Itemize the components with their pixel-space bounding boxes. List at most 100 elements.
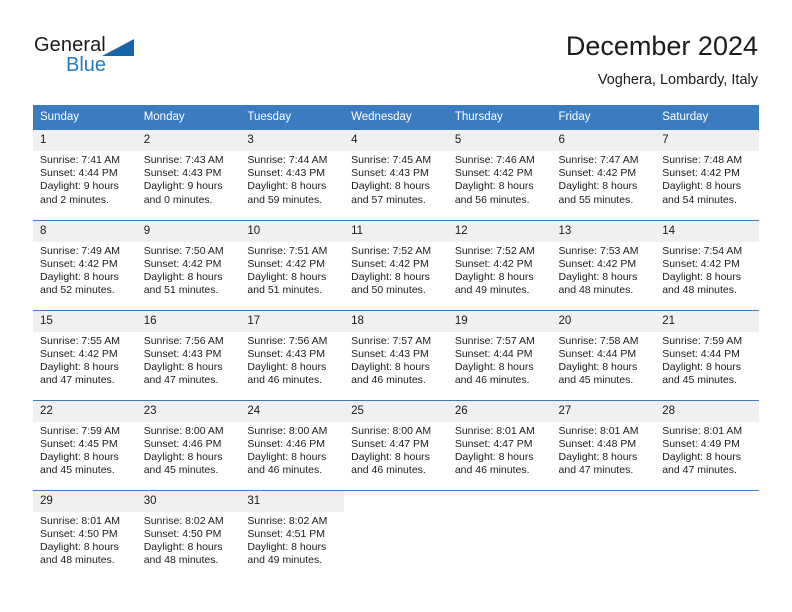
calendar-day-cell[interactable]: 26 Sunrise: 8:01 AM Sunset: 4:47 PM Dayligh…: [447, 399, 552, 490]
day-number: 21: [655, 310, 759, 332]
calendar-day-cell[interactable]: 8 Sunrise: 7:49 AM Sunset: 4:42 PM Daylight…: [33, 219, 137, 310]
day-details: Sunrise: 8:00 AM Sunset: 4:46 PM Daylight:…: [137, 422, 241, 478]
calendar-day-cell[interactable]: 14 Sunrise: 7:54 AM Sunset: 4:42 PM Dayligh…: [655, 219, 759, 310]
sunset-text: Sunset: 4:43 PM: [247, 347, 326, 360]
daylight-text-line2: and 45 minutes.: [143, 464, 219, 477]
calendar-day-cell[interactable]: 7 Sunrise: 7:48 AM Sunset: 4:42 PM Daylight…: [655, 130, 759, 220]
daylight-text-line1: Daylight: 8 hours: [662, 360, 742, 373]
sunset-text: Sunset: 4:44 PM: [40, 167, 118, 180]
calendar-day-cell[interactable]: 5 Sunrise: 7:46 AM Sunset: 4:42 PM Daylight…: [447, 130, 552, 220]
daylight-text-line1: Daylight: 8 hours: [351, 360, 430, 373]
calendar-week-row: 1 Sunrise: 7:41 AM Sunset: 4:44 PM Daylight…: [33, 130, 759, 220]
day-details: Sunrise: 7:49 AM Sunset: 4:42 PM Daylight:…: [33, 242, 137, 298]
daylight-text-line2: and 47 minutes.: [143, 374, 219, 387]
calendar-day-cell[interactable]: 21 Sunrise: 7:59 AM Sunset: 4:44 PM Dayligh…: [655, 309, 759, 400]
page-header: General Blue December 2024 Voghera, Lomb…: [0, 0, 792, 98]
daylight-text-line1: Daylight: 8 hours: [454, 180, 534, 193]
calendar-day-cell[interactable]: 25 Sunrise: 8:00 AM Sunset: 4:47 PM Dayligh…: [344, 399, 448, 490]
calendar-day-cell[interactable]: 19 Sunrise: 7:57 AM Sunset: 4:44 PM Dayligh…: [447, 309, 552, 400]
calendar-day-cell[interactable]: 31 Sunrise: 8:02 AM Sunset: 4:51 PM Dayligh…: [240, 489, 345, 580]
calendar-day-cell[interactable]: 20 Sunrise: 7:58 AM Sunset: 4:44 PM Dayligh…: [551, 309, 656, 400]
sunrise-text: Sunrise: 8:01 AM: [454, 424, 535, 437]
daylight-text-line1: Daylight: 8 hours: [454, 450, 534, 463]
calendar-day-cell[interactable]: 3 Sunrise: 7:44 AM Sunset: 4:43 PM Daylight…: [240, 130, 345, 220]
daylight-text-line2: and 52 minutes.: [40, 284, 115, 297]
day-number: [448, 491, 552, 512]
sunset-text: Sunset: 4:50 PM: [143, 527, 222, 540]
sunset-text: Sunset: 4:42 PM: [662, 167, 740, 180]
calendar-day-cell[interactable]: 1 Sunrise: 7:41 AM Sunset: 4:44 PM Daylight…: [33, 130, 137, 220]
calendar-cell-empty: [447, 489, 552, 580]
day-details: Sunrise: 7:45 AM Sunset: 4:43 PM Daylight:…: [344, 151, 448, 207]
calendar-cell-empty: [551, 489, 656, 580]
sunset-text: Sunset: 4:47 PM: [454, 437, 533, 450]
calendar-day-cell[interactable]: 10 Sunrise: 7:51 AM Sunset: 4:42 PM Dayligh…: [240, 219, 345, 310]
daylight-text-line1: Daylight: 8 hours: [351, 270, 430, 283]
calendar-day-cell[interactable]: 23 Sunrise: 8:00 AM Sunset: 4:46 PM Dayligh…: [136, 399, 241, 490]
sunrise-text: Sunrise: 7:59 AM: [662, 334, 743, 347]
sunset-text: Sunset: 4:42 PM: [558, 167, 637, 180]
day-number: 25: [344, 400, 448, 422]
day-number: 20: [551, 310, 656, 332]
daylight-text-line2: and 47 minutes.: [40, 374, 115, 387]
daylight-text-line2: and 0 minutes.: [143, 193, 213, 206]
calendar-day-cell[interactable]: 15 Sunrise: 7:55 AM Sunset: 4:42 PM Dayligh…: [33, 309, 137, 400]
day-number: [344, 491, 448, 512]
sunset-text: Sunset: 4:42 PM: [454, 257, 533, 270]
daylight-text-line2: and 48 minutes.: [143, 554, 219, 567]
calendar-week-row: 15 Sunrise: 7:55 AM Sunset: 4:42 PM Dayligh…: [33, 309, 759, 400]
daylight-text-line2: and 45 minutes.: [662, 374, 737, 387]
daylight-text-line2: and 46 minutes.: [351, 464, 426, 477]
day-details: Sunrise: 7:41 AM Sunset: 4:44 PM Daylight:…: [33, 151, 137, 207]
daylight-text-line2: and 48 minutes.: [558, 284, 634, 297]
calendar-day-cell[interactable]: 17 Sunrise: 7:56 AM Sunset: 4:43 PM Dayligh…: [240, 309, 345, 400]
sunrise-text: Sunrise: 7:57 AM: [454, 334, 535, 347]
day-details: Sunrise: 7:53 AM Sunset: 4:42 PM Daylight:…: [552, 242, 656, 298]
sunrise-text: Sunrise: 7:55 AM: [40, 334, 120, 347]
calendar-day-cell[interactable]: 24 Sunrise: 8:00 AM Sunset: 4:46 PM Dayligh…: [240, 399, 345, 490]
day-number: 30: [136, 490, 241, 512]
sunset-text: Sunset: 4:42 PM: [558, 257, 637, 270]
day-number: 18: [344, 310, 448, 332]
day-number: 6: [551, 130, 656, 151]
day-details: Sunrise: 8:02 AM Sunset: 4:50 PM Daylight:…: [137, 512, 241, 568]
calendar-day-cell[interactable]: 29 Sunrise: 8:01 AM Sunset: 4:50 PM Dayligh…: [33, 489, 137, 580]
daylight-text-line2: and 46 minutes.: [454, 374, 530, 387]
sunrise-text: Sunrise: 7:52 AM: [454, 244, 535, 257]
weekday-header-monday: Monday: [136, 105, 241, 130]
calendar-day-cell[interactable]: 12 Sunrise: 7:52 AM Sunset: 4:42 PM Dayligh…: [447, 219, 552, 310]
day-details: Sunrise: 8:01 AM Sunset: 4:49 PM Daylight:…: [655, 422, 759, 478]
daylight-text-line1: Daylight: 8 hours: [247, 360, 327, 373]
calendar-day-cell[interactable]: 18 Sunrise: 7:57 AM Sunset: 4:43 PM Dayligh…: [344, 309, 448, 400]
day-number: 2: [136, 130, 241, 151]
calendar-day-cell[interactable]: 22 Sunrise: 7:59 AM Sunset: 4:45 PM Dayligh…: [33, 399, 137, 490]
daylight-text-line1: Daylight: 8 hours: [40, 450, 119, 463]
calendar-day-cell[interactable]: 6 Sunrise: 7:47 AM Sunset: 4:42 PM Daylight…: [551, 130, 656, 220]
calendar-day-cell[interactable]: 11 Sunrise: 7:52 AM Sunset: 4:42 PM Dayligh…: [344, 219, 448, 310]
daylight-text-line2: and 59 minutes.: [247, 193, 323, 206]
calendar-header-row: Sunday Monday Tuesday Wednesday Thursday…: [33, 105, 759, 130]
calendar-week-row: 8 Sunrise: 7:49 AM Sunset: 4:42 PM Daylight…: [33, 219, 759, 310]
calendar-day-cell[interactable]: 27 Sunrise: 8:01 AM Sunset: 4:48 PM Dayligh…: [551, 399, 656, 490]
sunset-text: Sunset: 4:43 PM: [247, 167, 326, 180]
day-number: 13: [551, 220, 656, 242]
daylight-text-line2: and 2 minutes.: [40, 193, 109, 206]
calendar-day-cell[interactable]: 30 Sunrise: 8:02 AM Sunset: 4:50 PM Dayligh…: [136, 489, 241, 580]
day-details: Sunrise: 7:57 AM Sunset: 4:43 PM Daylight:…: [344, 332, 448, 388]
generalblue-logo[interactable]: General Blue: [34, 34, 234, 86]
page-subtitle: Voghera, Lombardy, Italy: [597, 72, 758, 88]
daylight-text-line2: and 57 minutes.: [351, 193, 426, 206]
sunset-text: Sunset: 4:44 PM: [454, 347, 533, 360]
calendar-day-cell[interactable]: 9 Sunrise: 7:50 AM Sunset: 4:42 PM Daylight…: [136, 219, 241, 310]
calendar-day-cell[interactable]: 2 Sunrise: 7:43 AM Sunset: 4:43 PM Daylight…: [136, 130, 241, 220]
sunrise-text: Sunrise: 7:41 AM: [40, 154, 120, 166]
sunrise-text: Sunrise: 7:50 AM: [143, 244, 224, 257]
calendar-page: General Blue December 2024 Voghera, Lomb…: [0, 0, 792, 612]
calendar-day-cell[interactable]: 13 Sunrise: 7:53 AM Sunset: 4:42 PM Dayligh…: [551, 219, 656, 310]
sunrise-text: Sunrise: 7:58 AM: [558, 334, 639, 347]
logo-text-blue: Blue: [66, 54, 107, 76]
calendar-day-cell[interactable]: 16 Sunrise: 7:56 AM Sunset: 4:43 PM Dayligh…: [136, 309, 241, 400]
daylight-text-line1: Daylight: 8 hours: [558, 270, 638, 283]
calendar-day-cell[interactable]: 28 Sunrise: 8:01 AM Sunset: 4:49 PM Dayligh…: [655, 399, 759, 490]
calendar-day-cell[interactable]: 4 Sunrise: 7:45 AM Sunset: 4:43 PM Daylight…: [344, 130, 448, 220]
